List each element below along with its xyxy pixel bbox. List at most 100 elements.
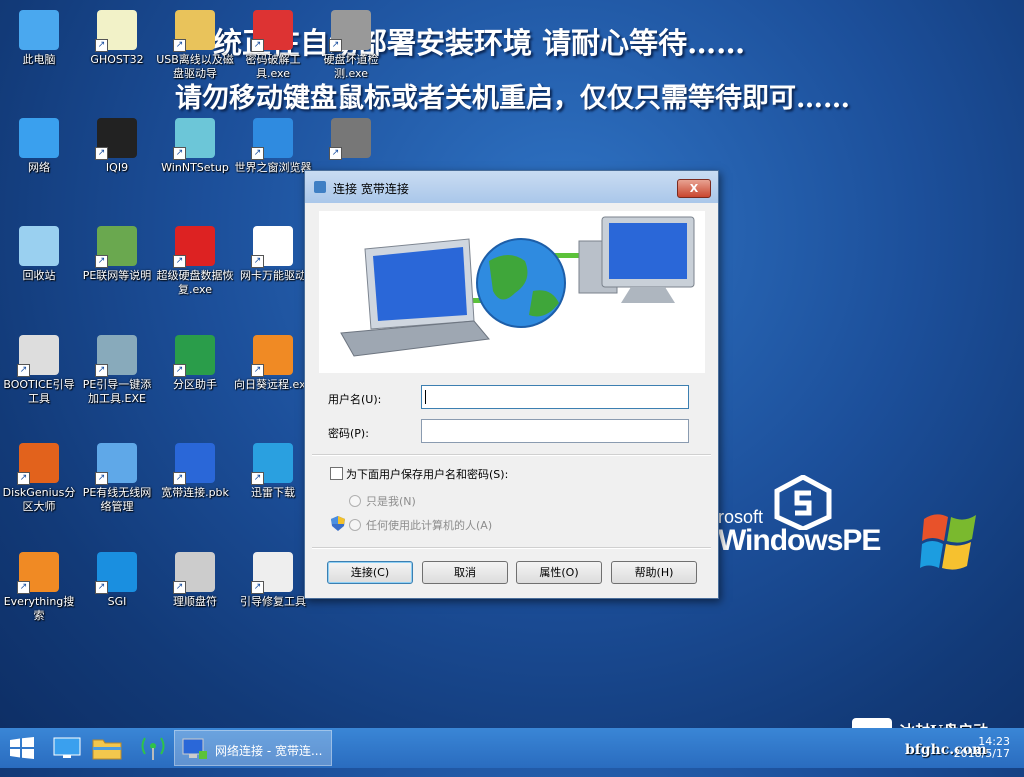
desktop-icon-label: 引导修复工具	[240, 595, 306, 608]
shortcut-arrow-icon: ↗	[173, 39, 186, 52]
desktop-icon-wan-driver[interactable]: ↗ 网卡万能驱动	[234, 226, 312, 283]
save-credentials-checkbox[interactable]	[330, 467, 343, 480]
desktop-icon-gear-doc[interactable]: ↗ 理顺盘符	[156, 552, 234, 609]
cancel-button[interactable]: 取消	[422, 561, 508, 584]
network-tray-icon[interactable]	[137, 734, 169, 774]
shortcut-arrow-icon: ↗	[251, 581, 264, 594]
start-button[interactable]	[10, 737, 34, 777]
connect-broadband-dialog: 连接 宽带连接 X 用户名(U): 密码(P): 为下面用户保存用户名和密码(S…	[304, 170, 719, 599]
desktop-icon-network[interactable]: 网络	[0, 118, 78, 175]
wan-driver-icon: ↗	[251, 226, 293, 268]
desktop-icon-computer[interactable]: 此电脑	[0, 10, 78, 67]
shortcut-arrow-icon: ↗	[251, 472, 264, 485]
save-credentials-label[interactable]: 为下面用户保存用户名和密码(S):	[346, 466, 508, 482]
windowspe-logo: rosoft WindowsPE	[718, 475, 881, 558]
shortcut-arrow-icon: ↗	[173, 147, 186, 160]
partition-assistant-icon: ↗	[173, 335, 215, 377]
network-connection-icon	[314, 181, 326, 193]
username-input[interactable]	[421, 385, 689, 409]
radio-anyone-label[interactable]: 任何使用此计算机的人(A)	[366, 517, 492, 533]
desktop-icon-ghost[interactable]: ↗ GHOST32	[78, 10, 156, 67]
radio-only-me[interactable]	[349, 495, 361, 507]
dialog-titlebar[interactable]: 连接 宽带连接 X	[305, 171, 718, 203]
file-explorer-icon[interactable]	[92, 736, 122, 776]
desktop-icon-bootice[interactable]: ↗ BOOTICE引导工具	[0, 335, 78, 406]
taskbar-item-label: 网络连接 - 宽带连...	[215, 744, 323, 758]
desktop-icon-network-manager[interactable]: ↗ PE有线无线网络管理	[78, 443, 156, 514]
browser-globe-icon: ↗	[251, 118, 293, 160]
desktop-icon-hard-disk[interactable]: ↗	[312, 118, 390, 161]
desktop-icon-label: DiskGenius分区大师	[2, 486, 76, 513]
desktop-icon-label: BOOTICE引导工具	[3, 378, 75, 405]
dialog-body: 用户名(U): 密码(P): 为下面用户保存用户名和密码(S): 只是我(N) …	[312, 203, 711, 591]
desktop-icon-browser-globe[interactable]: ↗ 世界之窗浏览器	[234, 118, 312, 175]
shortcut-arrow-icon: ↗	[173, 581, 186, 594]
desktop-icon-zip-folder[interactable]: ↗ USB离线以及磁盘驱动导	[156, 10, 234, 81]
desktop-icon-pdf[interactable]: ↗ PE联网等说明	[78, 226, 156, 283]
desktop-icon-label: 此电脑	[22, 53, 56, 66]
desktop-icon-label: SGI	[107, 595, 127, 608]
desktop-icon-label: PE有线无线网络管理	[82, 486, 152, 513]
desktop-computer-icon	[578, 216, 695, 303]
desktop-icon-diskgenius[interactable]: ↗ DiskGenius分区大师	[0, 443, 78, 514]
thunder-icon: ↗	[251, 443, 293, 485]
shortcut-arrow-icon: ↗	[95, 364, 108, 377]
shortcut-arrow-icon: ↗	[17, 581, 30, 594]
desktop-icon-thunder[interactable]: ↗ 迅雷下载	[234, 443, 312, 500]
desktop-icon-label: 世界之窗浏览器	[234, 161, 312, 174]
system-clock[interactable]: 14:23 2018/5/17	[954, 736, 1010, 760]
properties-button[interactable]: 属性(O)	[516, 561, 602, 584]
password-input[interactable]	[421, 419, 689, 443]
desktop-icon-partition-assistant[interactable]: ↗ 分区助手	[156, 335, 234, 392]
desktop-icon-pe-boot[interactable]: ↗ PE引导一键添加工具.EXE	[78, 335, 156, 406]
taskbar-item-network-connections[interactable]: 网络连接 - 宽带连...	[174, 730, 332, 766]
radio-anyone[interactable]	[349, 519, 361, 531]
desktop-icon-windows-flag[interactable]: ↗ IQI9	[78, 118, 156, 175]
desktop-icon-label: 硬盘坏道检测.exe	[323, 53, 379, 80]
dialog-title: 连接 宽带连接	[333, 182, 409, 196]
globe-icon	[476, 238, 566, 328]
shortcut-arrow-icon: ↗	[251, 255, 264, 268]
desktop-icon-sunflower[interactable]: ↗ 向日葵远程.exe	[234, 335, 312, 392]
banner-line-2: 请勿移动键盘鼠标或者关机重启，仅仅只需等待即可……	[175, 83, 850, 114]
desktop-icon-disk-check[interactable]: ↗ 硬盘坏道检测.exe	[312, 10, 390, 81]
desktop-icon-sgi[interactable]: ↗ SGI	[78, 552, 156, 609]
desktop-icon-setup[interactable]: ↗ WinNTSetup	[156, 118, 234, 175]
desktop-icon-broadband[interactable]: ↗ 宽带连接.pbk	[156, 443, 234, 500]
desktop-icon-repair-tool[interactable]: ↗ 引导修复工具	[234, 552, 312, 609]
desktop-icon[interactable]	[53, 737, 81, 777]
divider	[312, 547, 711, 549]
bootice-icon: ↗	[17, 335, 59, 377]
shortcut-arrow-icon: ↗	[95, 39, 108, 52]
shortcut-arrow-icon: ↗	[329, 147, 342, 160]
network-icon	[19, 118, 59, 158]
divider	[312, 454, 711, 456]
disk-check-icon: ↗	[329, 10, 371, 52]
zip-folder-icon: ↗	[173, 10, 215, 52]
desktop-icon-label: 网卡万能驱动	[240, 269, 306, 282]
desktop-icon-first-aid[interactable]: ↗ 超级硬盘数据恢复.exe	[156, 226, 234, 297]
desktop-icon-label: 回收站	[22, 269, 56, 282]
close-button[interactable]: X	[677, 179, 711, 198]
desktop-icon-ntpwedit[interactable]: ↗ 密码破解工具.exe	[234, 10, 312, 81]
desktop-icon-label: Everything搜索	[3, 595, 75, 622]
pe-boot-icon: ↗	[95, 335, 137, 377]
desktop-icon-label: 理顺盘符	[173, 595, 217, 608]
clock-date: 2018/5/17	[953, 747, 1010, 760]
connection-illustration	[319, 211, 705, 373]
desktop-icon-recycle-bin[interactable]: 回收站	[0, 226, 78, 283]
connect-button[interactable]: 连接(C)	[327, 561, 413, 584]
desktop-icon-label: GHOST32	[90, 53, 144, 66]
network-manager-icon: ↗	[95, 443, 137, 485]
radio-only-me-label[interactable]: 只是我(N)	[366, 493, 416, 509]
hard-disk-icon: ↗	[329, 118, 371, 160]
desktop-icon-label: 向日葵远程.exe	[234, 378, 313, 391]
ntpwedit-icon: ↗	[251, 10, 293, 52]
desktop-icon-search-magnifier[interactable]: ↗ Everything搜索	[0, 552, 78, 623]
sgi-icon: ↗	[95, 552, 137, 594]
help-button[interactable]: 帮助(H)	[611, 561, 697, 584]
shortcut-arrow-icon: ↗	[95, 255, 108, 268]
uac-shield-icon	[331, 516, 345, 531]
shortcut-arrow-icon: ↗	[95, 472, 108, 485]
desktop-icon-label: USB离线以及磁盘驱动导	[156, 53, 234, 80]
